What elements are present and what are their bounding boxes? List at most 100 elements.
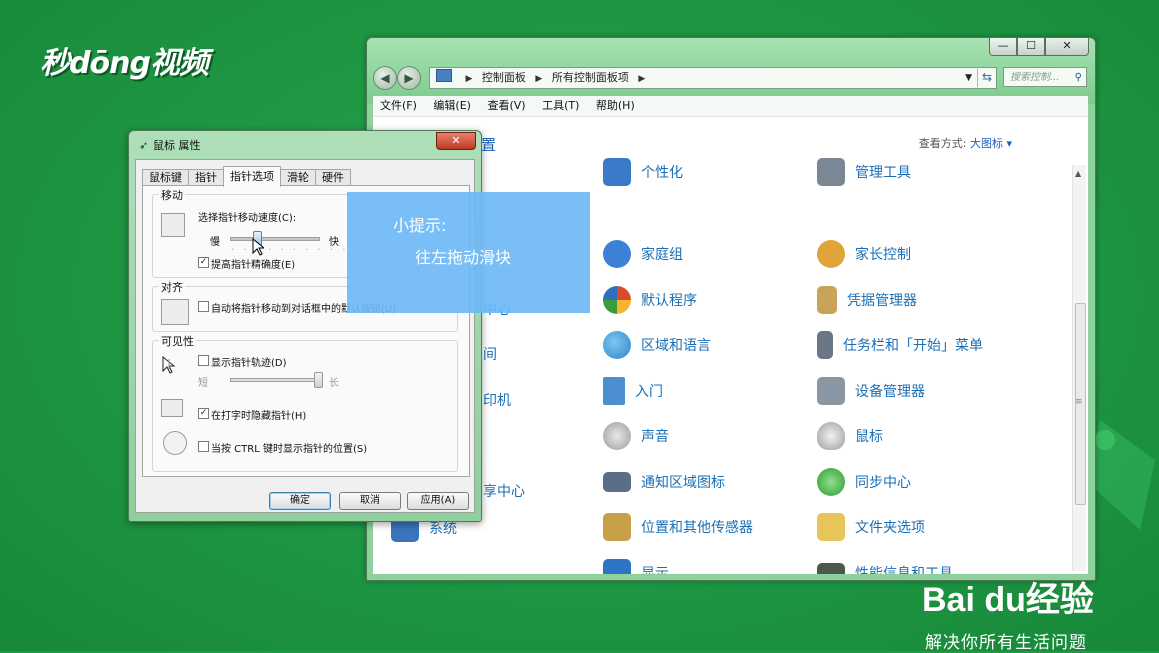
view-mode-dropdown[interactable]: 大图标 ▾ — [970, 137, 1012, 150]
trails-slider-track[interactable] — [230, 378, 320, 382]
partial-item[interactable]: 间 — [483, 344, 497, 364]
snap-to-icon — [161, 299, 189, 325]
sync-center-icon — [817, 468, 845, 496]
item-label: 家庭组 — [641, 247, 683, 263]
pointer-speed-icon — [161, 213, 185, 237]
breadcrumb-all-items[interactable]: 所有控制面板项 — [552, 68, 629, 88]
slider-ticks: · · · · · · · · · · — [231, 245, 349, 256]
hide-pointer-checkbox[interactable]: ✓ — [198, 408, 209, 419]
menu-tools[interactable]: 工具(T) — [542, 99, 579, 112]
menu-edit[interactable]: 编辑(E) — [433, 99, 471, 112]
menu-help[interactable]: 帮助(H) — [596, 99, 635, 112]
item-location-sensors[interactable]: 位置和其他传感器 — [603, 512, 753, 542]
tab-buttons[interactable]: 鼠标键 — [142, 169, 189, 186]
mouse-pointer-icon: ➶ — [139, 139, 149, 152]
long-label: 长 — [329, 378, 339, 389]
chevron-down-icon[interactable]: ▼ — [965, 68, 972, 88]
menu-file[interactable]: 文件(F) — [380, 99, 417, 112]
maximize-button[interactable]: ☐ — [1017, 38, 1045, 56]
back-button[interactable]: ◀ — [373, 66, 397, 90]
item-homegroup[interactable]: 家庭组 — [603, 239, 683, 269]
personalization-icon — [603, 158, 631, 186]
item-device-manager[interactable]: 设备管理器 — [817, 376, 925, 406]
show-location-icon — [163, 431, 187, 455]
partial-item[interactable]: 印机 — [483, 390, 511, 410]
tab-pointer-options[interactable]: 指针选项 — [223, 166, 281, 187]
item-admin-tools[interactable]: 管理工具 — [817, 157, 911, 187]
tab-strip: 鼠标键 指针 指针选项 滑轮 硬件 — [142, 166, 351, 187]
device-manager-icon — [817, 377, 845, 405]
mouse-icon — [817, 422, 845, 450]
close-button[interactable]: ✕ — [1045, 38, 1089, 56]
item-label: 区域和语言 — [641, 338, 711, 354]
item-parental-controls[interactable]: 家长控制 — [817, 239, 911, 269]
item-sound[interactable]: 声音 — [603, 421, 669, 451]
item-display[interactable]: 显示 — [603, 558, 669, 574]
search-icon[interactable]: ⚲ — [1075, 68, 1082, 88]
item-credential-manager[interactable]: 凭据管理器 — [817, 285, 917, 315]
getting-started-icon — [603, 377, 625, 405]
taskbar-icon — [817, 331, 833, 359]
hint-overlay: 小提示: 往左拖动滑块 — [347, 192, 590, 313]
item-label: 性能信息和工具 — [855, 566, 953, 574]
forward-button[interactable]: ▶ — [397, 66, 421, 90]
hint-body: 往左拖动滑块 — [415, 248, 512, 267]
scroll-grip-icon: ≡ — [1075, 397, 1083, 407]
breadcrumb-control-panel[interactable]: 控制面板 — [482, 68, 526, 88]
tab-wheel[interactable]: 滑轮 — [280, 169, 316, 186]
minimize-button[interactable]: — — [989, 38, 1017, 56]
homegroup-icon — [603, 240, 631, 268]
item-performance[interactable]: 性能信息和工具 — [817, 558, 953, 574]
item-label: 显示 — [641, 566, 669, 574]
notification-area-icon — [603, 472, 631, 492]
hide-pointer-icon — [161, 399, 183, 417]
dialog-close-button[interactable]: ✕ — [436, 132, 476, 150]
address-bar[interactable]: ▶ 控制面板 ▶ 所有控制面板项 ▶ ▼ — [429, 67, 997, 89]
hint-title: 小提示: — [393, 216, 447, 235]
apply-button[interactable]: 应用(A) — [407, 492, 469, 510]
mouse-properties-dialog: ➶ 鼠标 属性 ✕ 鼠标键 指针 指针选项 滑轮 硬件 移动 选择指针移动速度(C… — [128, 130, 482, 522]
item-personalization[interactable]: 个性化 — [603, 157, 683, 187]
trails-label: 显示指针轨迹(D) — [211, 358, 287, 369]
refresh-icon[interactable]: ⇆ — [977, 67, 996, 87]
item-mouse[interactable]: 鼠标 — [817, 421, 883, 451]
tab-hardware[interactable]: 硬件 — [315, 169, 351, 186]
item-notification-area[interactable]: 通知区域图标 — [603, 467, 725, 497]
item-label: 任务栏和「开始」菜单 — [843, 338, 983, 354]
item-folder-options[interactable]: 文件夹选项 — [817, 512, 925, 542]
item-sync-center[interactable]: 同步中心 — [817, 467, 911, 497]
menu-view[interactable]: 查看(V) — [487, 99, 525, 112]
snap-to-checkbox[interactable] — [198, 301, 209, 312]
item-label: 入门 — [635, 384, 663, 400]
credential-manager-icon — [817, 286, 837, 314]
precision-checkbox[interactable]: ✓ — [198, 257, 209, 268]
precision-label: 提高指针精确度(E) — [211, 260, 296, 271]
item-label: 文件夹选项 — [855, 520, 925, 536]
item-label: 默认程序 — [641, 293, 697, 309]
partial-item[interactable]: 享中心 — [483, 481, 525, 501]
page-title: 置 — [481, 136, 497, 154]
region-language-icon — [603, 331, 631, 359]
pointer-trails-icon — [161, 355, 183, 377]
scroll-up-icon[interactable]: ▲ — [1075, 169, 1081, 178]
item-label: 鼠标 — [855, 429, 883, 445]
item-taskbar-start-menu[interactable]: 任务栏和「开始」菜单 — [817, 330, 983, 360]
ok-button[interactable]: 确定 — [269, 492, 331, 510]
ctrl-location-checkbox[interactable] — [198, 441, 209, 452]
item-default-programs[interactable]: 默认程序 — [603, 285, 697, 315]
cancel-button[interactable]: 取消 — [339, 492, 401, 510]
menu-bar: 文件(F) 编辑(E) 查看(V) 工具(T) 帮助(H) — [373, 96, 1088, 117]
trails-slider-thumb[interactable] — [314, 372, 323, 388]
vertical-scrollbar[interactable]: ▲ ≡ — [1072, 165, 1086, 571]
group-label-snap: 对齐 — [159, 279, 185, 295]
trails-checkbox[interactable] — [198, 355, 209, 366]
item-getting-started[interactable]: 入门 — [603, 376, 663, 406]
item-label: 同步中心 — [855, 475, 911, 491]
speed-slider-track[interactable] — [230, 237, 320, 241]
item-region-language[interactable]: 区域和语言 — [603, 330, 711, 360]
view-mode: 查看方式: 大图标 ▾ — [919, 135, 1012, 151]
item-label: 设备管理器 — [855, 384, 925, 400]
search-input[interactable]: 搜索控制... ⚲ — [1003, 67, 1087, 87]
tab-pointers[interactable]: 指针 — [188, 169, 224, 186]
item-label: 家长控制 — [855, 247, 911, 263]
